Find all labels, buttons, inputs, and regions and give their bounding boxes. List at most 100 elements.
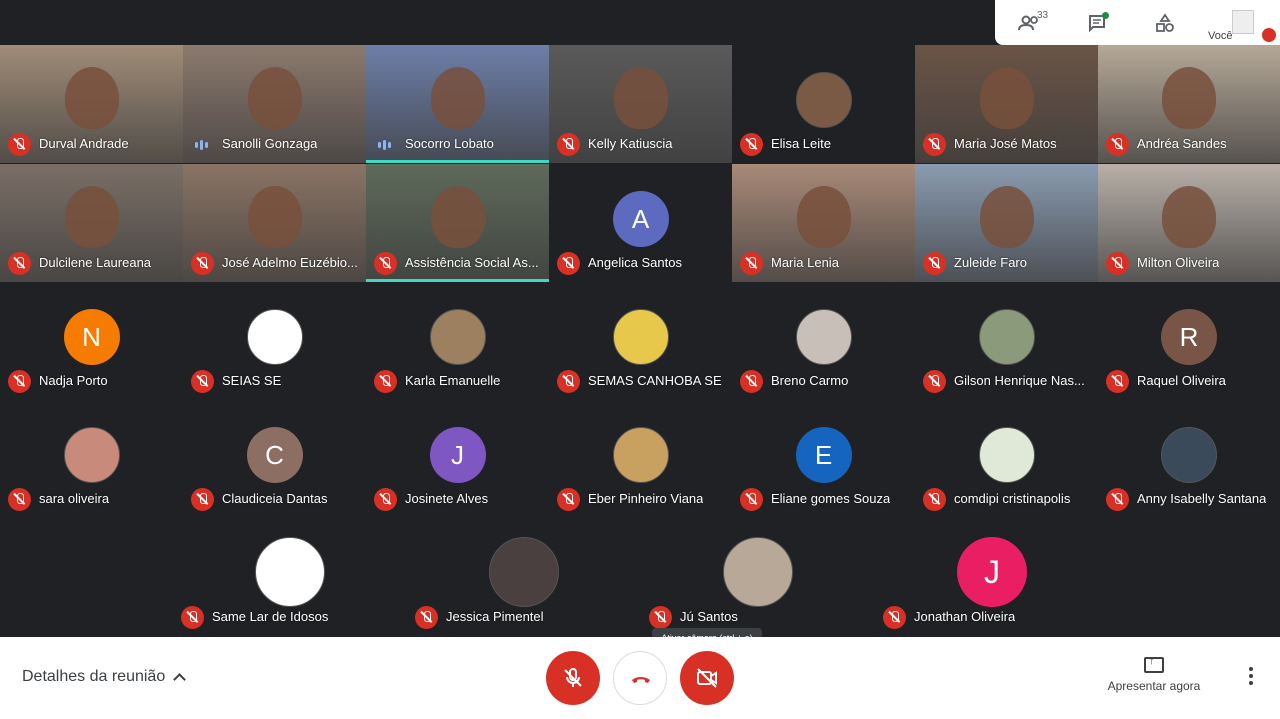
present-now-button[interactable]: Apresentar agora <box>1104 655 1204 693</box>
participant-tile[interactable]: Kelly Katiuscia <box>549 45 732 163</box>
participant-tile[interactable]: Maria José Matos <box>915 45 1098 163</box>
chevron-up-icon <box>173 673 187 686</box>
participant-tile[interactable]: Assistência Social As... <box>366 164 549 282</box>
participant-tile[interactable]: N Nadja Porto <box>0 282 183 400</box>
person-silhouette <box>64 186 119 248</box>
participant-tile[interactable]: comdipi cristinapolis <box>915 400 1098 518</box>
mic-off-icon <box>1106 133 1129 156</box>
mic-off-icon <box>191 488 214 511</box>
participant-tile[interactable]: Jessica Pimentel <box>407 518 641 636</box>
hang-up-icon <box>632 677 650 683</box>
mic-off-icon <box>374 370 397 393</box>
participant-tile[interactable]: E Eliane gomes Souza <box>732 400 915 518</box>
participant-tile[interactable]: A Angelica Santos <box>549 164 732 282</box>
participant-name: Nadja Porto <box>39 373 108 388</box>
activities-button[interactable] <box>1131 0 1199 45</box>
present-now-label: Apresentar agora <box>1107 679 1201 693</box>
participant-tile[interactable]: Socorro Lobato <box>366 45 549 163</box>
mic-off-icon <box>740 252 763 275</box>
camera-toggle-button[interactable] <box>680 651 734 705</box>
participant-avatar: J <box>957 537 1027 607</box>
participant-avatar <box>795 309 852 365</box>
participant-name: Jessica Pimentel <box>446 609 544 624</box>
participant-tile[interactable]: Eber Pinheiro Viana <box>549 400 732 518</box>
participant-tile[interactable]: Milton Oliveira <box>1098 164 1280 282</box>
meet-window: 33 Você Durval Andrade Sanolli Gonzaga Soc… <box>0 0 1280 719</box>
mic-off-icon <box>8 133 31 156</box>
participant-name: Eliane gomes Souza <box>771 491 891 506</box>
participant-avatar: N <box>63 309 120 365</box>
participant-tile[interactable]: Gilson Henrique Nas... <box>915 282 1098 400</box>
participant-tile[interactable]: Karla Emanuelle <box>366 282 549 400</box>
participant-name: Josinete Alves <box>405 491 489 506</box>
participant-name: Claudiceia Dantas <box>222 491 328 506</box>
participant-tile[interactable]: sara oliveira <box>0 400 183 518</box>
leave-call-button[interactable] <box>613 651 667 705</box>
participant-avatar <box>978 309 1035 365</box>
participant-name: sara oliveira <box>39 491 110 506</box>
participant-tile[interactable]: Sanolli Gonzaga <box>183 45 366 163</box>
participant-tile[interactable]: Same Lar de Idosos <box>173 518 407 636</box>
mic-off-icon <box>374 252 397 275</box>
speaking-indicator <box>366 160 549 163</box>
mic-off-icon <box>564 668 582 687</box>
participant-tile[interactable]: Durval Andrade <box>0 45 183 163</box>
participant-tile[interactable]: Breno Carmo <box>732 282 915 400</box>
participant-name: Raquel Oliveira <box>1137 373 1226 388</box>
participant-avatar <box>612 309 669 365</box>
participant-tile[interactable]: Elisa Leite <box>732 45 915 163</box>
person-silhouette <box>613 67 668 129</box>
mic-off-icon <box>8 252 31 275</box>
mic-off-icon <box>557 488 580 511</box>
people-button[interactable]: 33 <box>995 0 1063 45</box>
person-silhouette <box>430 67 485 129</box>
self-avatar-logo <box>1232 10 1254 34</box>
person-silhouette <box>64 67 119 129</box>
participant-tile[interactable]: SEMAS CANHOBA SE <box>549 282 732 400</box>
mic-off-icon <box>923 488 946 511</box>
participant-grid: Durval Andrade Sanolli Gonzaga Socorro Lob… <box>0 45 1280 636</box>
participant-name: Milton Oliveira <box>1137 255 1220 270</box>
more-vert-icon <box>1249 667 1253 671</box>
participant-tile[interactable]: Anny Isabelly Santana <box>1098 400 1280 518</box>
mic-off-icon <box>1106 488 1129 511</box>
participant-tile[interactable]: José Adelmo Euzébio... <box>183 164 366 282</box>
participant-name: Maria José Matos <box>954 136 1057 151</box>
audio-level-icon <box>378 140 392 150</box>
mic-off-icon <box>740 133 763 156</box>
self-mic-off-icon <box>1262 28 1276 42</box>
self-label: Você <box>1208 30 1233 42</box>
participant-name: Same Lar de Idosos <box>212 609 329 624</box>
participant-tile[interactable]: SEIAS SE <box>183 282 366 400</box>
person-silhouette <box>979 186 1034 248</box>
meeting-details-button[interactable]: Detalhes da reunião <box>22 668 187 686</box>
participant-avatar <box>489 537 559 607</box>
person-silhouette <box>1162 186 1216 248</box>
participant-name: Zuleide Faro <box>954 255 1027 270</box>
participant-avatar <box>1161 427 1217 483</box>
participant-tile[interactable]: Jú Santos <box>641 518 875 636</box>
participant-tile[interactable]: C Claudiceia Dantas <box>183 400 366 518</box>
participant-tile[interactable]: R Raquel Oliveira <box>1098 282 1280 400</box>
participant-name: Maria Lenia <box>771 255 839 270</box>
mic-off-icon <box>181 606 204 629</box>
participant-name: Socorro Lobato <box>405 136 494 151</box>
chat-button[interactable] <box>1063 0 1131 45</box>
participant-tile[interactable]: J Jonathan Oliveira <box>875 518 1109 636</box>
person-silhouette <box>1162 67 1216 129</box>
participant-avatar <box>612 427 669 483</box>
participant-tile[interactable]: Dulcilene Laureana <box>0 164 183 282</box>
participant-tile[interactable]: Zuleide Faro <box>915 164 1098 282</box>
participant-avatar <box>795 72 852 128</box>
participant-name: José Adelmo Euzébio... <box>222 255 358 270</box>
self-view-tile[interactable]: Você <box>1200 0 1280 45</box>
participant-name: Angelica Santos <box>588 255 682 270</box>
participant-name: Karla Emanuelle <box>405 373 501 388</box>
participant-tile[interactable]: Maria Lenia <box>732 164 915 282</box>
mic-off-icon <box>374 488 397 511</box>
participant-tile[interactable]: Andréa Sandes <box>1098 45 1280 163</box>
mic-toggle-button[interactable] <box>546 651 600 705</box>
participant-tile[interactable]: J Josinete Alves <box>366 400 549 518</box>
meeting-details-label: Detalhes da reunião <box>22 668 166 685</box>
more-options-button[interactable] <box>1244 667 1258 687</box>
